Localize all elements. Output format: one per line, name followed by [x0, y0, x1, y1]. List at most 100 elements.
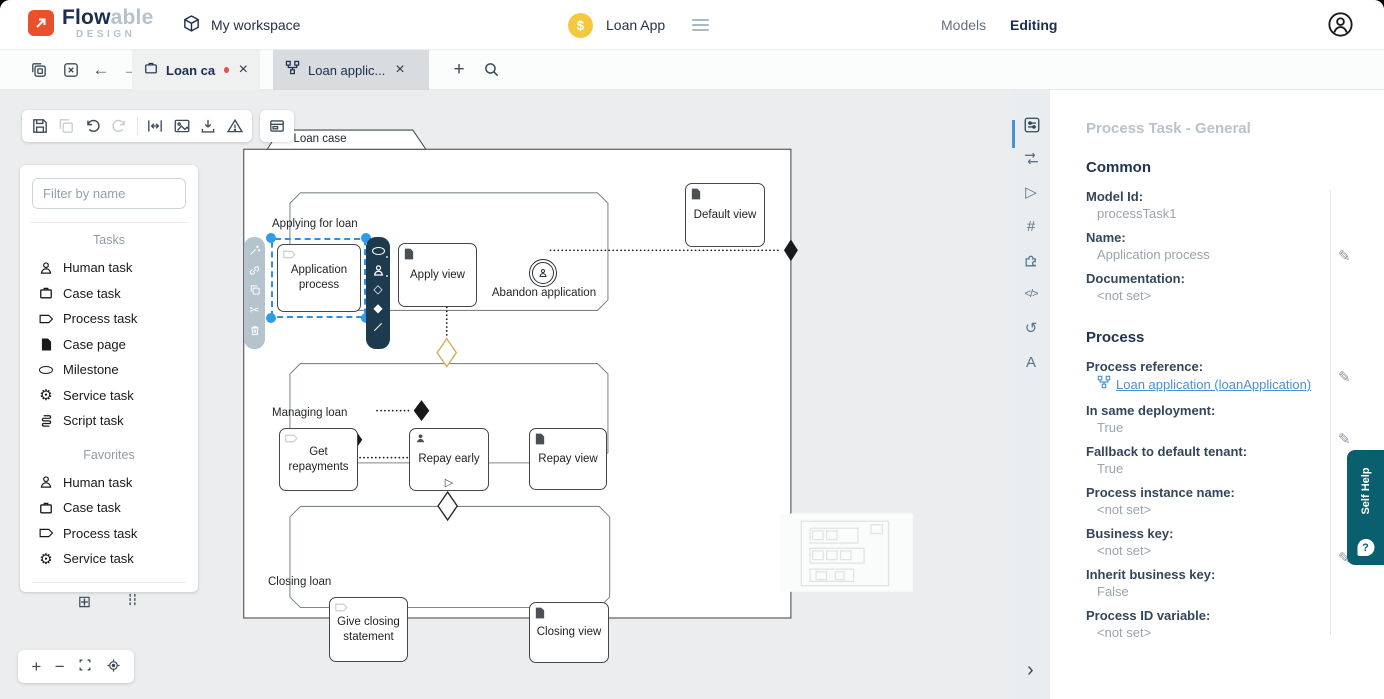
palette-item-case-page[interactable]: Case page	[32, 332, 186, 358]
palette-item-script-task[interactable]: Script task	[32, 408, 186, 434]
form-reference-toolbar	[260, 110, 294, 142]
diagram-canvas[interactable]: Loan case Applying for loan Managing loa…	[0, 90, 1012, 699]
task-give-closing-statement[interactable]: Give closing statement	[329, 597, 408, 662]
favorite-item-human-task[interactable]: Human task	[32, 470, 186, 496]
palette-item-milestone[interactable]: Milestone	[32, 357, 186, 383]
favorite-item-service-task[interactable]: ⚙ Service task	[32, 546, 186, 572]
user-avatar-icon[interactable]	[1327, 11, 1354, 38]
unsaved-changes-dot	[223, 67, 229, 73]
io-mapping-icon[interactable]	[1023, 150, 1040, 167]
create-human-task-icon[interactable]	[371, 263, 388, 277]
process-reference-link[interactable]: Loan application (loanApplication)	[1116, 375, 1311, 395]
edit-process-reference-icon[interactable]: ✎	[1338, 368, 1351, 386]
collapse-palette-icon[interactable]	[125, 592, 140, 612]
task-repay-early[interactable]: Repay early ▷	[409, 428, 489, 491]
app-menu-icon[interactable]	[692, 19, 710, 31]
tab-list-icon[interactable]	[30, 61, 48, 79]
favorite-item-case-task[interactable]: Case task	[32, 495, 186, 521]
palette-item-service-task[interactable]: ⚙ Service task	[32, 383, 186, 409]
task-apply-view[interactable]: Apply view	[398, 243, 477, 307]
selection-handle-sw[interactable]	[266, 313, 276, 323]
task-closing-view[interactable]: Closing view	[529, 602, 609, 663]
create-connector-icon[interactable]	[371, 320, 385, 334]
app-selector[interactable]: $ Loan App	[568, 12, 710, 38]
fit-screen-icon[interactable]	[78, 658, 92, 675]
panel-title: Process Task - General	[1086, 120, 1251, 137]
nav-editing[interactable]: Editing	[1010, 17, 1057, 33]
save-icon[interactable]	[31, 117, 49, 135]
zoom-out-icon[interactable]: −	[55, 658, 65, 675]
close-tabs-icon[interactable]	[62, 61, 80, 79]
history-icon[interactable]: ↺	[1023, 320, 1040, 337]
close-tab-icon[interactable]: ×	[239, 61, 248, 79]
create-entry-sentry-icon[interactable]: ◇	[371, 282, 385, 296]
back-icon[interactable]: ←	[92, 61, 110, 79]
selection-handle-nw[interactable]	[266, 233, 276, 243]
selection-outline[interactable]	[271, 238, 366, 318]
scissors-icon[interactable]: ✂	[248, 303, 262, 317]
field-documentation[interactable]: Documentation: <not set>	[1086, 270, 1340, 304]
export-image-icon[interactable]	[173, 117, 191, 135]
create-milestone-icon[interactable]	[371, 244, 388, 258]
field-fallback-default-tenant[interactable]: Fallback to default tenant: True	[1086, 443, 1340, 477]
fit-width-icon[interactable]	[146, 117, 164, 135]
field-inherit-business-key[interactable]: Inherit business key: False	[1086, 566, 1340, 600]
new-tab-icon[interactable]: +	[450, 60, 468, 79]
palette-item-case-task[interactable]: Case task	[32, 281, 186, 307]
task-get-repayments[interactable]: Get repayments	[279, 428, 358, 491]
edit-name-icon[interactable]: ✎	[1338, 247, 1351, 265]
favorite-item-process-task[interactable]: Process task	[32, 521, 186, 547]
duplicate-icon[interactable]	[57, 117, 75, 135]
copy-icon[interactable]	[248, 283, 262, 297]
execution-icon[interactable]: ▷	[1023, 184, 1040, 201]
event-listener-abandon[interactable]	[529, 259, 557, 287]
tab-loan-application[interactable]: Loan applic... ×	[273, 50, 429, 90]
extensions-icon[interactable]	[1023, 252, 1040, 269]
edit-deployment-icon[interactable]: ✎	[1338, 430, 1351, 448]
tab-label: Loan case	[166, 62, 216, 78]
text-annotation-icon[interactable]: A	[1023, 354, 1040, 371]
palette-item-human-task[interactable]: Human task	[32, 255, 186, 281]
close-tab-icon[interactable]: ×	[395, 61, 404, 79]
palette-section-favorites: Favorites	[83, 447, 135, 462]
form-panel-icon[interactable]	[268, 117, 286, 135]
grid-view-icon[interactable]: ⊞	[78, 592, 91, 612]
center-target-icon[interactable]	[106, 658, 121, 676]
magic-wand-icon[interactable]	[248, 243, 262, 257]
create-exit-sentry-icon[interactable]: ◆	[371, 301, 385, 315]
download-icon[interactable]	[199, 117, 217, 135]
field-name[interactable]: Name: Application process	[1086, 229, 1340, 263]
self-help-label: Self Help	[1359, 467, 1372, 515]
zoom-in-icon[interactable]: +	[31, 658, 41, 675]
flowable-design-app: Flowable DESIGN My workspace $ Loan App …	[0, 0, 1384, 699]
collapse-panel-icon[interactable]: ›	[1027, 659, 1034, 682]
general-properties-icon[interactable]	[1023, 116, 1040, 133]
redo-icon[interactable]	[110, 117, 128, 135]
variables-icon[interactable]: #	[1023, 218, 1040, 235]
source-code-icon[interactable]: </>	[1023, 286, 1040, 303]
task-default-view[interactable]: Default view	[685, 183, 765, 247]
validation-warnings-icon[interactable]	[226, 117, 244, 135]
field-model-id[interactable]: Model Id: processTask1	[1086, 188, 1340, 222]
search-tabs-icon[interactable]	[482, 61, 500, 79]
task-repay-view[interactable]: Repay view	[529, 428, 607, 490]
stage-closing-shape[interactable]	[289, 505, 611, 609]
palette-filter-input[interactable]	[32, 178, 186, 209]
nav-models[interactable]: Models	[941, 17, 986, 33]
palette-item-process-task[interactable]: Process task	[32, 306, 186, 332]
field-process-instance-name[interactable]: Process instance name: <not set>	[1086, 484, 1340, 518]
field-process-reference[interactable]: Process reference: Loan application (loa…	[1086, 358, 1340, 395]
minimap[interactable]	[779, 513, 913, 592]
tab-loan-case[interactable]: Loan case ×	[132, 50, 260, 90]
trash-icon[interactable]	[248, 323, 262, 337]
script-task-icon	[38, 414, 54, 428]
shape-palette: Tasks Human task Case task Process task …	[20, 165, 198, 611]
field-in-same-deployment[interactable]: In same deployment: True	[1086, 402, 1340, 436]
field-process-id-variable[interactable]: Process ID variable: <not set>	[1086, 607, 1340, 641]
undo-icon[interactable]	[84, 117, 102, 135]
workspace-selector[interactable]: My workspace	[182, 13, 300, 37]
field-business-key[interactable]: Business key: <not set>	[1086, 525, 1340, 559]
flowable-logo-icon[interactable]	[28, 10, 54, 36]
link-icon[interactable]	[248, 263, 262, 277]
self-help-tab[interactable]: Self Help ?	[1347, 450, 1384, 565]
